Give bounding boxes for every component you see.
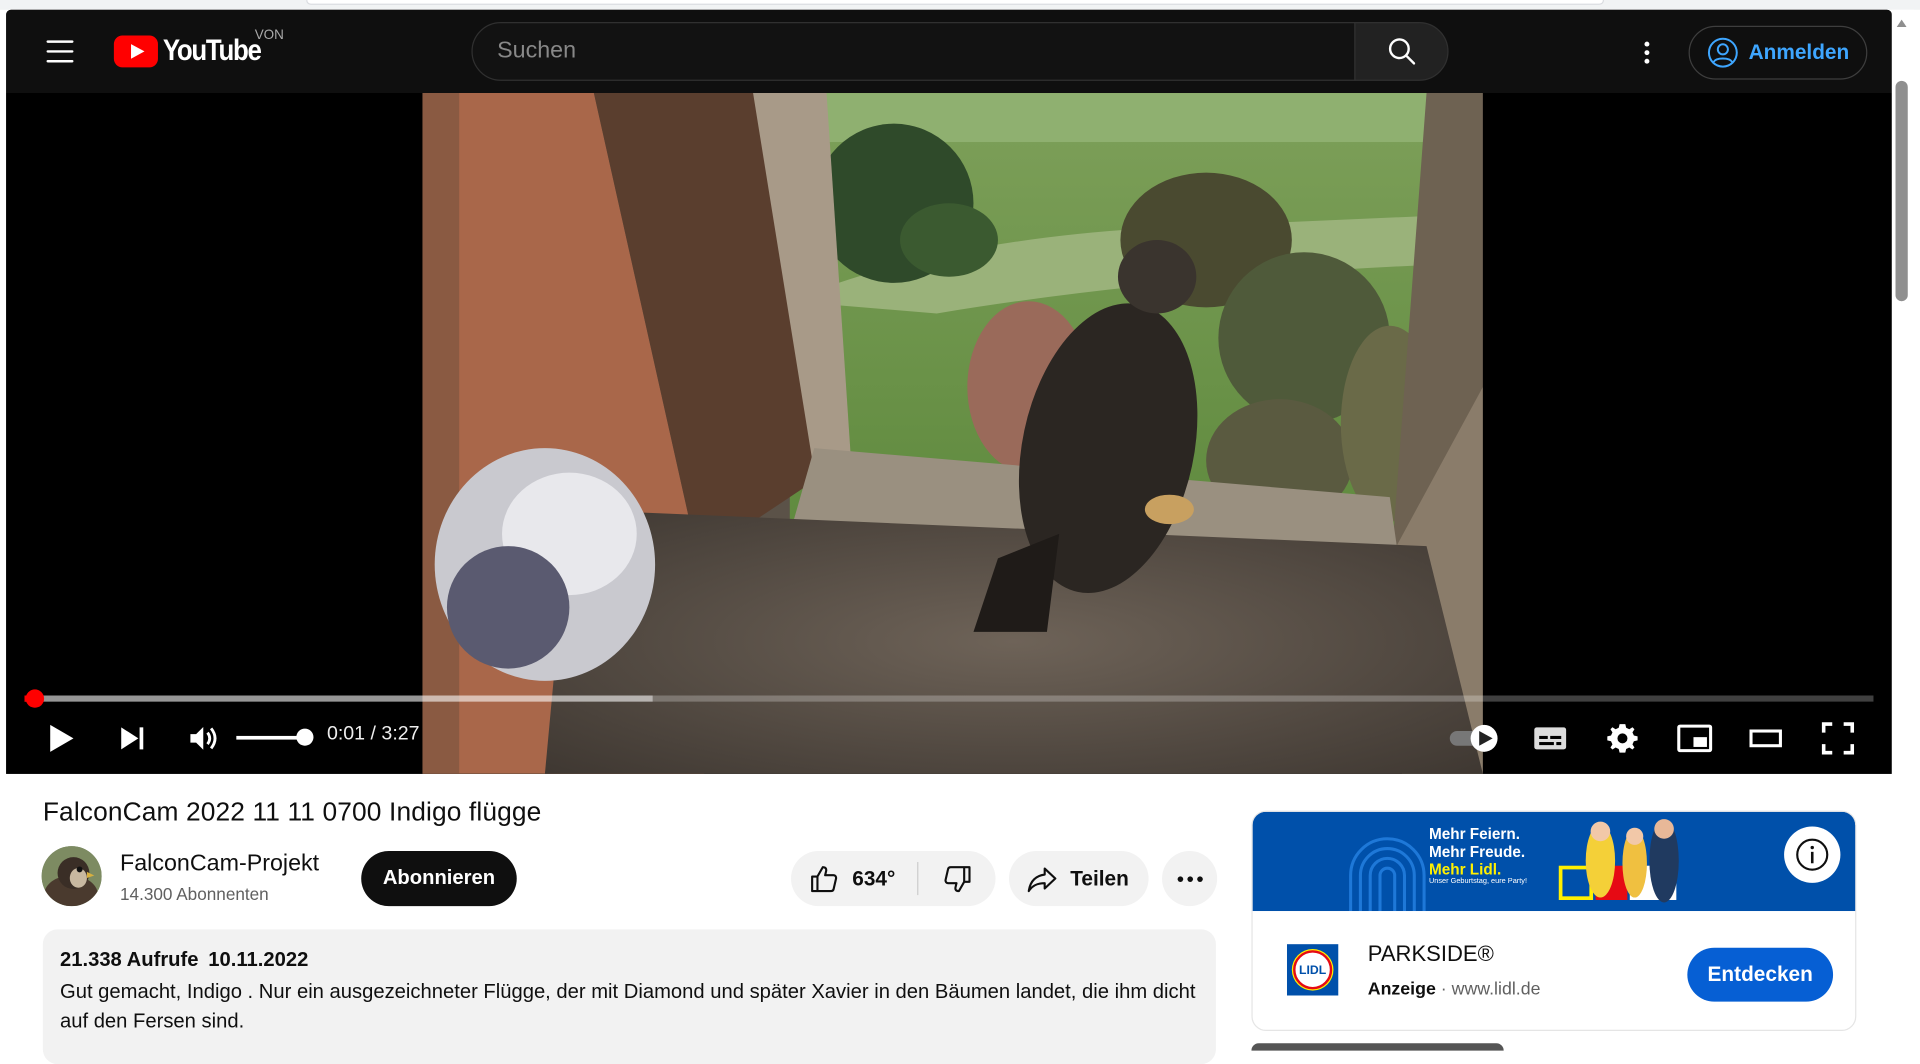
- ad-label: Anzeige: [1367, 979, 1436, 1000]
- more-vert-icon: [1644, 41, 1650, 47]
- video-player[interactable]: 0:01 / 3:27: [6, 93, 1892, 774]
- buffered-bar: [24, 695, 654, 702]
- ad-cta-button[interactable]: Entdecken: [1687, 947, 1834, 1002]
- masthead: YouTube VON Suchen Anmelden: [6, 9, 1892, 94]
- lidl-logo[interactable]: LIDL: [1286, 944, 1339, 996]
- miniplayer-button[interactable]: [1674, 718, 1716, 760]
- gear-icon: [1607, 724, 1638, 753]
- sign-in-label: Anmelden: [1748, 40, 1850, 64]
- time-display: 0:01 / 3:27: [327, 724, 420, 746]
- seek-bar[interactable]: [24, 689, 1874, 708]
- settings-button[interactable]: [1602, 718, 1644, 760]
- ad-title[interactable]: PARKSIDE®: [1368, 942, 1494, 968]
- upload-date: 10.11.2022: [208, 948, 309, 972]
- skip-next-icon: [121, 727, 144, 750]
- description-text: Gut gemacht, Indigo . Nur ein ausgezeich…: [60, 980, 1196, 1033]
- volume-icon: [190, 726, 217, 750]
- theater-icon: [1749, 729, 1782, 748]
- description-meta: 21.338 Aufrufe 10.11.2022: [60, 949, 1199, 972]
- share-label: Teilen: [1070, 866, 1129, 890]
- ad-info-button[interactable]: [1784, 826, 1841, 883]
- more-vert-icon-dot: [1644, 58, 1650, 64]
- fullscreen-button[interactable]: [1817, 718, 1859, 760]
- time-current: 0:01: [326, 723, 366, 745]
- scroll-thumb[interactable]: [1895, 80, 1908, 302]
- thumbs-down-icon: [943, 865, 970, 892]
- autoplay-toggle[interactable]: [1446, 718, 1502, 760]
- next-button[interactable]: [111, 718, 153, 760]
- channel-name[interactable]: FalconCam-Projekt: [120, 851, 319, 878]
- channel-avatar[interactable]: [41, 846, 102, 907]
- search-button[interactable]: [1354, 22, 1449, 81]
- ad-card: Mehr Feiern. Mehr Freude. Mehr Lidl. Uns…: [1251, 810, 1857, 1032]
- lidl-logo-text: LIDL: [1299, 963, 1327, 977]
- play-button[interactable]: [40, 718, 82, 760]
- miniplayer-icon: [1677, 724, 1713, 753]
- subtitles-icon: [1534, 727, 1567, 750]
- ad-banner-line3: Mehr Lidl.: [1428, 860, 1502, 878]
- page-scrollbar[interactable]: [1891, 9, 1914, 1051]
- lidl-logo-icon: LIDL: [1286, 944, 1339, 996]
- falcon-avatar-image: [41, 846, 102, 907]
- mute-button[interactable]: [182, 718, 224, 760]
- youtube-app: YouTube VON Suchen Anmelden 0:01 / 3:27: [6, 9, 1892, 774]
- guide-menu-button[interactable]: [36, 32, 85, 71]
- more-vert-icon-dot: [1644, 50, 1650, 56]
- description-box[interactable]: 21.338 Aufrufe 10.11.2022 Gut gemacht, In…: [42, 929, 1216, 1064]
- video-title: FalconCam 2022 11 11 0700 Indigo flügge: [42, 797, 542, 827]
- ad-banner[interactable]: Mehr Feiern. Mehr Freude. Mehr Lidl. Uns…: [1252, 811, 1856, 912]
- share-button[interactable]: Teilen: [1008, 851, 1149, 907]
- fullscreen-icon: [1821, 722, 1855, 755]
- like-dislike-group: 634°: [791, 851, 996, 907]
- search-icon: [1388, 38, 1415, 65]
- autoplay-icon: [1449, 724, 1498, 752]
- time-total: 3:27: [381, 723, 420, 745]
- scroll-up-icon[interactable]: [1896, 19, 1907, 27]
- region-code: VON: [254, 28, 284, 43]
- browser-chrome-strip: [0, 0, 1920, 10]
- youtube-logo[interactable]: YouTube: [113, 34, 274, 68]
- ad-banner-line2: Mehr Freude.: [1428, 843, 1526, 861]
- seek-handle[interactable]: [25, 689, 45, 708]
- hamburger-icon-line: [46, 50, 74, 53]
- subscriber-count: 14.300 Abonnenten: [120, 884, 269, 904]
- ad-banner-line1: Mehr Feiern.: [1428, 825, 1520, 843]
- sign-in-button[interactable]: Anmelden: [1688, 25, 1868, 80]
- browser-tab-edge: [306, 0, 1605, 5]
- more-horiz-icon: [1176, 875, 1203, 882]
- more-actions-button[interactable]: [1162, 851, 1218, 907]
- hamburger-icon-line: [46, 60, 74, 63]
- info-icon: [1796, 838, 1829, 871]
- subtitles-button[interactable]: [1529, 718, 1571, 760]
- like-button[interactable]: 634°: [791, 851, 917, 906]
- play-icon: [50, 724, 74, 752]
- dislike-button[interactable]: [918, 851, 995, 906]
- like-count: 634°: [852, 866, 896, 890]
- thumbs-up-icon: [811, 865, 838, 892]
- logo-wordmark: YouTube: [162, 34, 262, 68]
- theater-mode-button[interactable]: [1745, 718, 1787, 760]
- youtube-play-icon: [113, 35, 158, 68]
- share-icon: [1027, 866, 1057, 892]
- account-icon: [1707, 37, 1738, 68]
- page: YouTube VON Suchen Anmelden 0:01 / 3:27 …: [0, 0, 1920, 1064]
- search-box: [471, 22, 1356, 81]
- ad-domain: www.lidl.de: [1451, 979, 1541, 1000]
- ad-banner-small: Unser Geburtstag, eure Party!: [1428, 877, 1527, 886]
- subscribe-button[interactable]: Abonnieren: [361, 851, 517, 907]
- video-frame[interactable]: [422, 93, 1483, 774]
- ad-separator: ·: [1440, 979, 1447, 1000]
- search-input[interactable]: [497, 37, 1355, 65]
- ad-banner-graphic: [1252, 811, 1856, 912]
- time-separator: /: [370, 723, 376, 745]
- hamburger-icon: [46, 40, 74, 43]
- ad-banner-text: Mehr Feiern. Mehr Freude. Mehr Lidl.: [1429, 825, 1525, 878]
- ad-sponsor-line: Anzeige · www.lidl.de: [1368, 980, 1541, 1000]
- video-scene-falcon-nest: [422, 93, 1483, 774]
- volume-handle[interactable]: [296, 728, 314, 746]
- settings-menu-button[interactable]: [1622, 34, 1671, 68]
- view-count: 21.338 Aufrufe: [60, 948, 199, 972]
